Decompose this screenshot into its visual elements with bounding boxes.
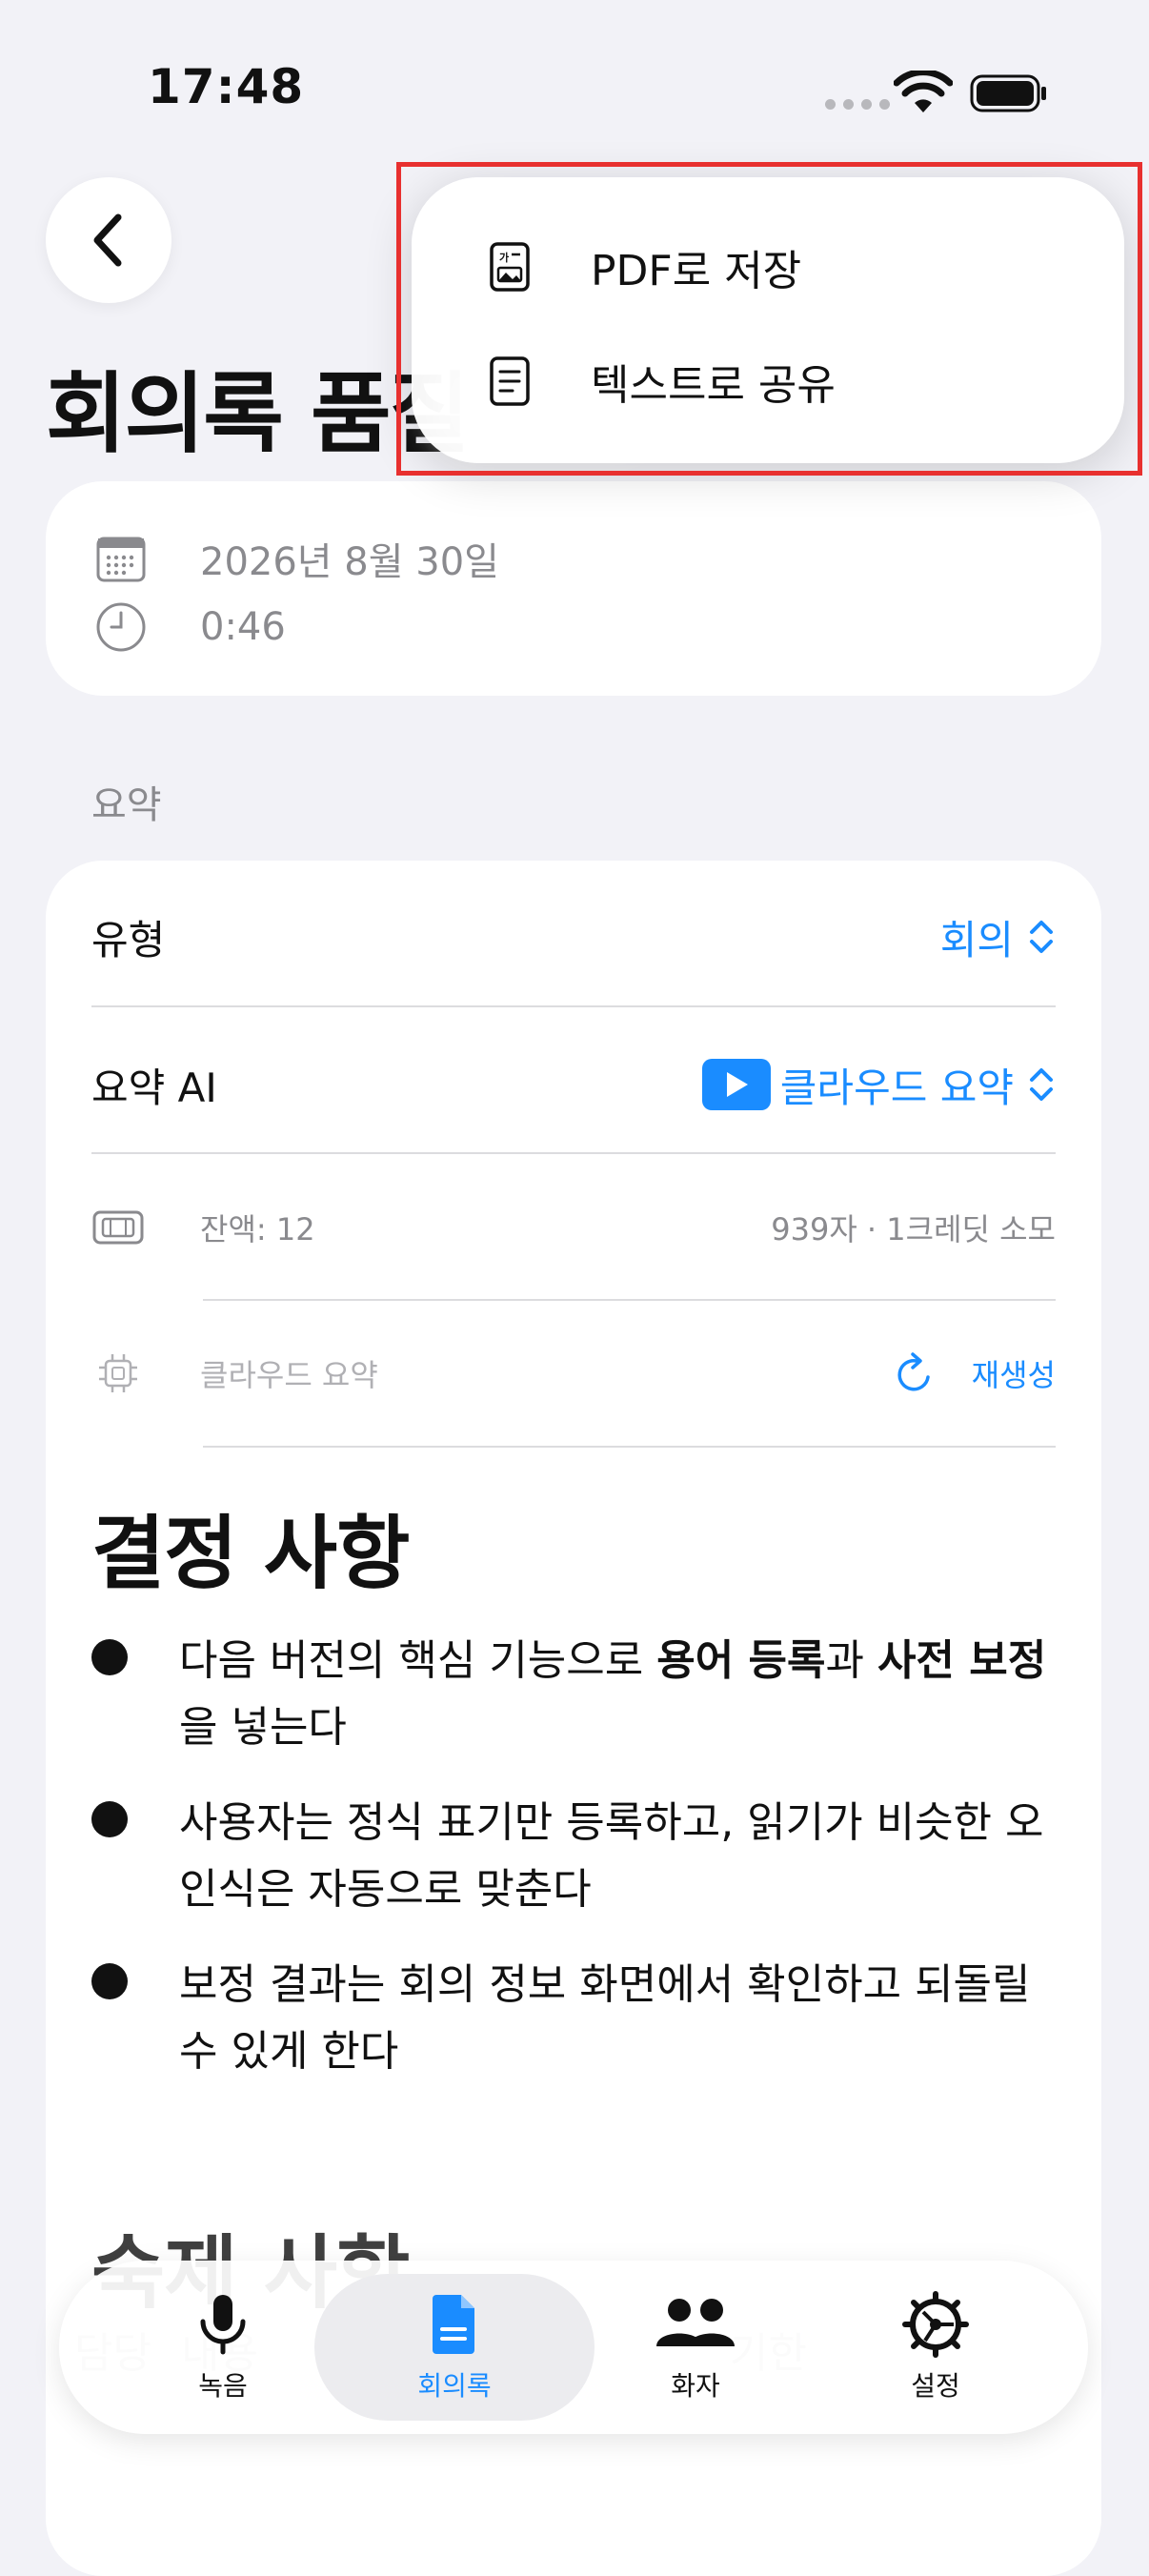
list-item: 다음 버전의 핵심 기능으로 용어 등록과 사전 보정을 넣는다 <box>91 1628 1063 1761</box>
calendar-icon <box>96 537 146 582</box>
ai-picker[interactable]: 클라우드 요약 <box>701 1056 1056 1114</box>
divider <box>91 1152 1056 1154</box>
chevron-up-down-icon <box>1030 921 1053 953</box>
ai-row[interactable]: 요약 AI 클라우드 요약 <box>91 1056 1056 1113</box>
bullet-dot <box>91 1639 128 1675</box>
meeting-date: 2026년 8월 30일 <box>200 540 499 584</box>
divider <box>203 1299 1056 1301</box>
type-row[interactable]: 유형 회의 <box>91 908 1056 965</box>
tab-label: 설정 <box>911 2370 960 2402</box>
clock-icon <box>96 602 146 652</box>
meeting-duration: 0:46 <box>200 605 286 649</box>
divider <box>91 1005 1056 1007</box>
ticket-icon <box>92 1210 144 1245</box>
duration-row: 0:46 <box>95 601 286 653</box>
engine-text: 클라우드 요약 <box>200 1357 378 1393</box>
back-button[interactable] <box>46 177 171 303</box>
tab-label: 화자 <box>671 2370 720 2402</box>
chevron-left-icon <box>93 213 122 267</box>
cellular-signal-icon <box>825 99 890 110</box>
mic-icon <box>200 2295 246 2355</box>
bullet-text: 사용자는 정식 표기만 등록하고, 읽기가 비슷한 오인식은 자동으로 맞춘다 <box>179 1798 1044 1914</box>
gear-icon <box>902 2291 969 2358</box>
bullet-text: 다음 버전의 핵심 기능으로 용어 등록과 사전 보정을 넣는다 <box>179 1636 1047 1752</box>
refresh-icon[interactable] <box>894 1350 936 1396</box>
tab-record[interactable]: 녹음 <box>109 2274 337 2421</box>
play-icon <box>701 1059 771 1110</box>
type-picker[interactable]: 회의 <box>940 908 1056 966</box>
tab-bar: 녹음 회의록 화자 설정 <box>59 2261 1088 2434</box>
bullet-text: 보정 결과는 회의 정보 화면에서 확인하고 되돌릴 수 있게 한다 <box>179 1960 1031 2076</box>
divider <box>203 1446 1056 1448</box>
engine-row: 클라우드 요약 재생성 <box>91 1349 1056 1397</box>
decisions-heading: 결정 사항 <box>91 1507 410 1600</box>
decisions-list: 다음 버전의 핵심 기능으로 용어 등록과 사전 보정을 넣는다 사용자는 정식… <box>91 1628 1063 2114</box>
summary-section-label: 요약 <box>91 783 162 827</box>
type-label: 유형 <box>91 916 166 963</box>
type-value: 회의 <box>939 916 1014 963</box>
bullet-dot <box>91 1963 128 1999</box>
ai-label: 요약 AI <box>91 1064 217 1111</box>
balance-row: 잔액: 12 939자 · 1크레딧 소모 <box>91 1204 1056 1251</box>
tab-minutes[interactable]: 회의록 <box>340 2274 569 2421</box>
highlight-box <box>396 162 1142 476</box>
ai-value: 클라우드 요약 <box>779 1064 1014 1111</box>
chevron-up-down-icon <box>1030 1068 1053 1101</box>
meeting-info-card: 2026년 8월 30일 0:46 <box>46 481 1101 696</box>
tab-speakers[interactable]: 화자 <box>581 2274 810 2421</box>
balance-text: 잔액: 12 <box>200 1211 315 1247</box>
regenerate-button[interactable]: 재생성 <box>972 1351 1056 1395</box>
tab-label: 회의록 <box>417 2370 492 2402</box>
chip-icon <box>99 1354 137 1392</box>
tab-settings[interactable]: 설정 <box>821 2274 1050 2421</box>
cost-text: 939자 · 1크레딧 소모 <box>771 1211 1056 1247</box>
wifi-icon <box>894 71 953 112</box>
tab-label: 녹음 <box>198 2370 248 2402</box>
bullet-dot <box>91 1801 128 1837</box>
date-row: 2026년 8월 30일 <box>95 531 499 586</box>
list-item: 사용자는 정식 표기만 등록하고, 읽기가 비슷한 오인식은 자동으로 맞춘다 <box>91 1790 1063 1923</box>
list-item: 보정 결과는 회의 정보 화면에서 확인하고 되돌릴 수 있게 한다 <box>91 1952 1063 2085</box>
battery-icon <box>970 74 1046 112</box>
document-icon <box>433 2295 474 2354</box>
people-icon <box>656 2299 735 2346</box>
status-time: 17:48 <box>148 59 305 114</box>
